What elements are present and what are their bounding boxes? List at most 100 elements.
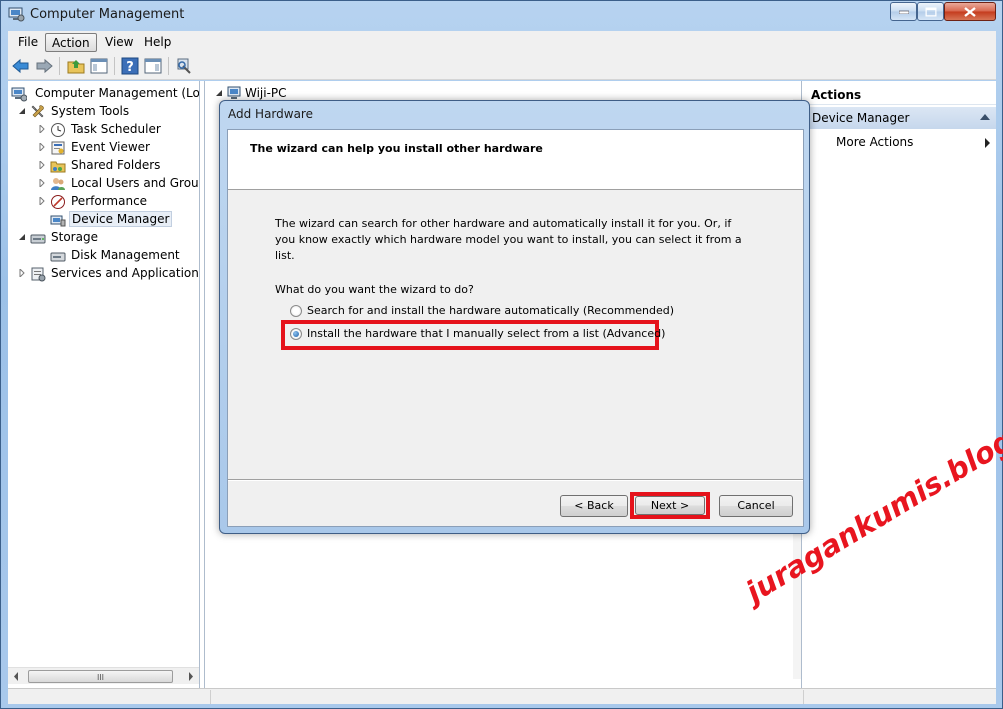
menu-help[interactable]: Help (138, 33, 177, 52)
close-button[interactable] (944, 2, 996, 21)
clock-icon (51, 123, 65, 137)
tree-item-task-scheduler[interactable]: Task Scheduler (38, 121, 198, 139)
tree-label: System Tools (51, 104, 130, 118)
tree-label: Event Viewer (71, 140, 150, 154)
option-label: Search for and install the hardware auto… (307, 304, 675, 317)
status-bar (8, 688, 996, 704)
computer-name: Wiji-PC (245, 86, 287, 100)
tree-label: Shared Folders (71, 158, 161, 172)
back-arrow-icon[interactable] (11, 56, 31, 76)
status-cell (803, 690, 996, 704)
show-hide-tree-icon[interactable] (89, 56, 109, 76)
tree-item-computer-management[interactable]: Computer Management (Local (11, 85, 200, 103)
scrollbar-thumb[interactable]: III (28, 670, 173, 683)
collapsed-arrow-icon[interactable] (18, 269, 26, 277)
tree-item-local-users-and-groups[interactable]: Local Users and Groups (38, 175, 200, 193)
tree-label: Performance (71, 194, 148, 208)
tree-label: Device Manager (69, 211, 173, 227)
menu-bar: File Action View Help (8, 31, 996, 53)
more-actions-label: More Actions (836, 135, 914, 149)
device-manager-icon (50, 215, 66, 227)
option-search-automatically[interactable]: Search for and install the hardware auto… (290, 302, 674, 320)
collapsed-arrow-icon[interactable] (38, 197, 46, 205)
show-hide-action-pane-icon[interactable] (143, 56, 163, 76)
menu-file[interactable]: File (12, 33, 44, 52)
add-hardware-dialog: Add Hardware The wizard can help you ins… (219, 100, 810, 534)
computer-management-icon (8, 7, 25, 22)
tree-item-device-manager[interactable]: Device Manager (38, 211, 198, 229)
title-bar[interactable]: Computer Management (1, 1, 1002, 30)
footer-divider (228, 479, 803, 480)
minimize-button[interactable] (890, 2, 917, 21)
toolbar-separator (59, 57, 60, 75)
tree-label: Services and Applications (51, 266, 200, 280)
collapse-caret-icon[interactable] (980, 114, 990, 120)
tree-label: Local Users and Groups (71, 176, 200, 190)
close-icon (964, 6, 976, 17)
tree-item-event-viewer[interactable]: Event Viewer (38, 139, 198, 157)
scroll-right-icon[interactable] (182, 668, 199, 685)
maximize-icon (925, 7, 936, 16)
tree-item-shared-folders[interactable]: Shared Folders (38, 157, 198, 175)
performance-icon (51, 195, 65, 209)
wizard-header: The wizard can help you install other ha… (228, 130, 803, 190)
tree-label: Storage (51, 230, 98, 244)
tree-item-services-and-applications[interactable]: Services and Applications (18, 265, 200, 283)
actions-section-label: Device Manager (812, 111, 910, 125)
tree-item-system-tools[interactable]: System Tools (18, 103, 198, 121)
wizard-description: The wizard can search for other hardware… (275, 217, 742, 262)
next-button[interactable]: Next > (635, 496, 705, 515)
services-icon (31, 267, 46, 282)
actions-pane: Actions Device Manager More Actions (807, 81, 996, 688)
tree-item-performance[interactable]: Performance (38, 193, 198, 211)
expanded-arrow-icon[interactable] (18, 107, 26, 115)
console-tree: Computer Management (Local System Tools … (8, 81, 200, 688)
properties-icon[interactable] (174, 56, 194, 76)
back-button[interactable]: < Back (560, 495, 628, 517)
dialog-body: The wizard can help you install other ha… (227, 129, 804, 527)
toolbar-separator (114, 57, 115, 75)
collapsed-arrow-icon[interactable] (38, 179, 46, 187)
wizard-question: What do you want the wizard to do? (275, 283, 474, 296)
radio-button[interactable] (290, 305, 302, 317)
menu-view[interactable]: View (99, 33, 139, 52)
wizard-heading: The wizard can help you install other ha… (250, 142, 543, 155)
computer-management-icon (11, 87, 27, 102)
collapsed-arrow-icon[interactable] (38, 125, 46, 133)
expanded-arrow-icon[interactable] (18, 233, 26, 241)
collapsed-arrow-icon[interactable] (38, 161, 46, 169)
tree-item-disk-management[interactable]: Disk Management (38, 247, 198, 265)
actions-title: Actions (807, 85, 996, 105)
submenu-arrow-icon (985, 138, 990, 148)
system-tools-icon (31, 105, 44, 118)
up-folder-icon[interactable] (66, 56, 86, 76)
event-viewer-icon (51, 141, 65, 155)
more-actions-item[interactable]: More Actions (807, 132, 996, 152)
status-cell (210, 690, 270, 704)
window-title: Computer Management (30, 7, 185, 22)
cancel-button[interactable]: Cancel (719, 495, 793, 517)
menu-action[interactable]: Action (45, 33, 97, 52)
storage-icon (30, 234, 46, 244)
help-icon[interactable]: ? (120, 56, 140, 76)
maximize-button[interactable] (917, 2, 944, 21)
toolbar: ? (8, 53, 996, 80)
computer-icon (227, 86, 241, 99)
actions-section-device-manager[interactable]: Device Manager (807, 107, 996, 129)
tree-label: Computer Management (Local (35, 86, 200, 100)
forward-arrow-icon[interactable] (34, 56, 54, 76)
dialog-title: Add Hardware (228, 107, 313, 121)
tree-horizontal-scrollbar[interactable]: III (8, 667, 199, 684)
option-manual-select[interactable]: Install the hardware that I manually sel… (290, 325, 665, 343)
toolbar-separator (168, 57, 169, 75)
collapsed-arrow-icon[interactable] (38, 143, 46, 151)
scroll-left-icon[interactable] (8, 668, 25, 685)
option-label: Install the hardware that I manually sel… (307, 327, 666, 340)
expanded-arrow-icon[interactable] (215, 89, 223, 97)
shared-folder-icon (50, 161, 66, 173)
users-icon (51, 178, 65, 190)
tree-item-storage[interactable]: Storage (18, 229, 198, 247)
radio-button-selected[interactable] (290, 328, 302, 340)
tree-label: Task Scheduler (71, 122, 161, 136)
disk-management-icon (50, 252, 66, 262)
